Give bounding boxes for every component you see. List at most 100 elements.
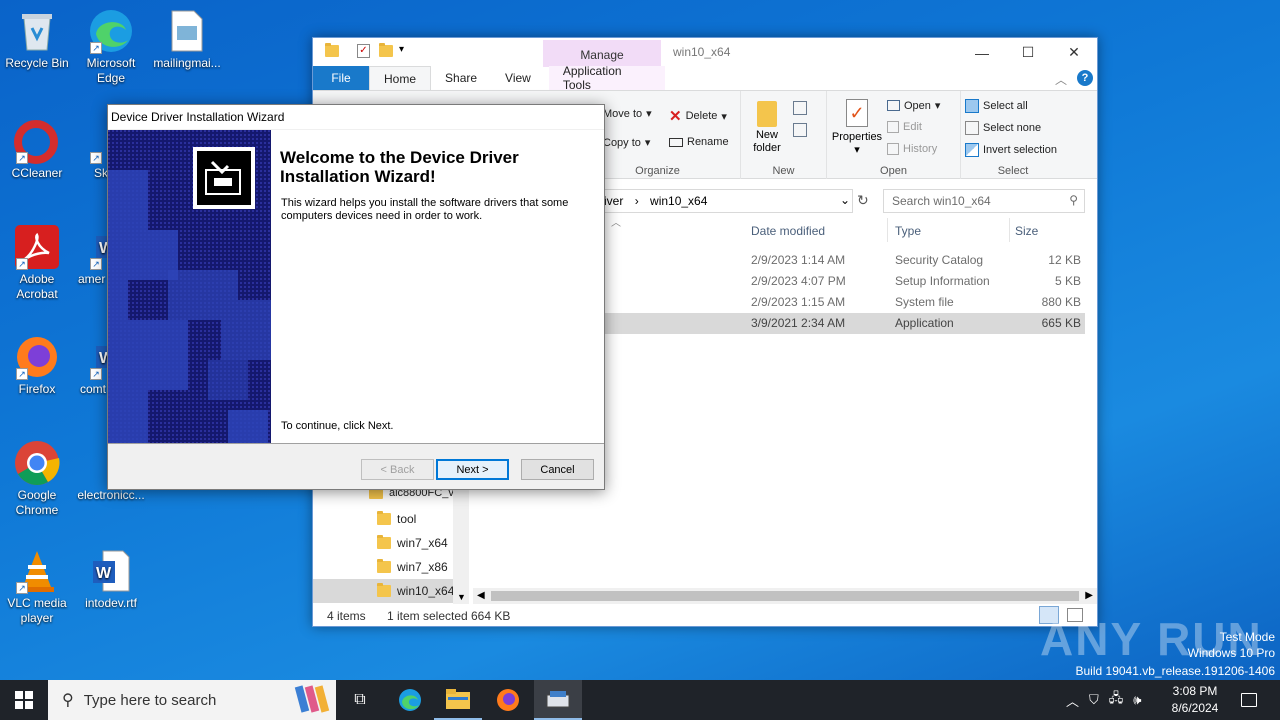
breadcrumb-parent[interactable]: iver: [604, 194, 623, 208]
new-item-icon[interactable]: [793, 101, 807, 115]
rename-button[interactable]: Rename: [669, 136, 729, 148]
security-icon[interactable]: ⛉: [1089, 692, 1099, 708]
svg-text:W: W: [96, 565, 112, 582]
desktop-icon-vlc[interactable]: ↗ VLC media player: [0, 548, 74, 626]
file-row[interactable]: 2/9/2023 1:15 AM System file 880 KB: [603, 292, 1085, 313]
desktop-icon-intodev[interactable]: W intodev.rtf: [74, 548, 148, 611]
quick-access-dropdown-icon[interactable]: ▾: [399, 44, 404, 55]
tab-home[interactable]: Home: [369, 66, 432, 90]
rename-icon: [669, 137, 683, 147]
firefox-icon: [497, 689, 519, 711]
desktop-icon-mailing[interactable]: mailingmai...: [150, 8, 224, 71]
delete-button[interactable]: ✕ Delete ▾: [669, 107, 727, 125]
recycle-bin-icon: [14, 8, 60, 54]
explorer-titlebar[interactable]: ✓ ▾ Manage win10_x64 — ☐ ✕: [313, 38, 1097, 67]
tab-file[interactable]: File: [313, 66, 369, 90]
wizard-titlebar[interactable]: Device Driver Installation Wizard: [108, 105, 604, 129]
select-all-button[interactable]: Select all: [965, 99, 1028, 113]
chrome-icon: [14, 440, 60, 486]
cancel-button[interactable]: Cancel: [521, 459, 594, 480]
column-size[interactable]: Size: [1015, 224, 1038, 238]
ribbon-group-new: New folder New: [741, 91, 827, 179]
tray-overflow-icon[interactable]: ︿: [1066, 691, 1079, 710]
easy-access-icon[interactable]: [793, 123, 807, 137]
ribbon-tabs: File Home Share View Application Tools ︿…: [313, 64, 1097, 92]
desktop-icon-acrobat[interactable]: ↗ Adobe Acrobat: [0, 224, 74, 302]
horizontal-scrollbar[interactable]: ◀ ▶: [473, 588, 1097, 604]
scroll-left-icon[interactable]: ◀: [477, 590, 485, 601]
nav-item[interactable]: win7_x86: [377, 559, 448, 574]
driver-installer-icon: [546, 691, 570, 708]
vlc-icon: ↗: [14, 548, 60, 594]
tab-share[interactable]: Share: [431, 66, 491, 90]
scroll-right-icon[interactable]: ▶: [1085, 590, 1093, 601]
desktop-icon-edge[interactable]: ↗ Microsoft Edge: [74, 8, 148, 86]
scroll-thumb[interactable]: [491, 591, 1079, 601]
select-none-button[interactable]: Select none: [965, 121, 1041, 135]
file-row-selected[interactable]: 3/9/2021 2:34 AM Application 665 KB: [603, 313, 1085, 334]
minimize-button[interactable]: —: [959, 38, 1005, 67]
breadcrumb-current[interactable]: win10_x64: [650, 194, 707, 208]
notification-center-button[interactable]: [1234, 680, 1264, 720]
clock-date: 8/6/2024: [1171, 701, 1219, 715]
collapse-ribbon-icon[interactable]: ︿: [1055, 71, 1067, 88]
nav-item[interactable]: win7_x64: [377, 535, 448, 550]
address-dropdown-icon[interactable]: ⌄: [840, 193, 850, 207]
task-view-button[interactable]: ⧉: [336, 680, 384, 720]
desktop-icon-firefox[interactable]: ↗ Firefox: [0, 334, 74, 397]
next-button[interactable]: Next >: [436, 459, 509, 480]
invert-selection-button[interactable]: Invert selection: [965, 143, 1057, 157]
file-row[interactable]: 2/9/2023 4:07 PM Setup Information 5 KB: [603, 271, 1085, 292]
refresh-icon[interactable]: ↻: [857, 192, 869, 209]
scroll-down-icon[interactable]: ▼: [457, 592, 466, 602]
taskbar-search-box[interactable]: ⚲ Type here to search: [48, 680, 336, 720]
desktop-icon-chrome[interactable]: Google Chrome: [0, 440, 74, 518]
edit-button[interactable]: Edit: [887, 121, 922, 133]
properties-button[interactable]: ✓ Properties ▾: [829, 99, 885, 156]
watermark: ANY RUN Test Mode Windows 10 Pro Build 1…: [1040, 610, 1280, 680]
column-type[interactable]: Type: [895, 224, 921, 238]
task-view-icon: ⧉: [354, 691, 366, 708]
help-icon[interactable]: ?: [1077, 70, 1093, 86]
history-icon: [887, 143, 899, 155]
desktop-icon-recycle-bin[interactable]: Recycle Bin: [0, 8, 74, 71]
back-button[interactable]: < Back: [361, 459, 434, 480]
maximize-button[interactable]: ☐: [1005, 38, 1051, 67]
taskbar-firefox[interactable]: [484, 680, 532, 720]
clock[interactable]: 3:08 PM 8/6/2024: [1166, 683, 1224, 717]
taskbar-driver-wizard[interactable]: [534, 680, 582, 720]
taskbar-edge[interactable]: [386, 680, 434, 720]
nav-item[interactable]: tool: [377, 511, 416, 526]
desktop-icon-label: Microsoft Edge: [86, 56, 136, 85]
device-driver-wizard-dialog[interactable]: Device Driver Installation Wizard Welcom…: [107, 104, 605, 490]
window-title: win10_x64: [673, 45, 731, 59]
folder-icon: [377, 535, 391, 549]
desktop-icon-label: mailingmai...: [153, 56, 221, 70]
tab-application-tools[interactable]: Application Tools: [548, 64, 665, 92]
address-bar[interactable]: iver › win10_x64 ⌄: [603, 189, 853, 213]
folder-icon: [446, 689, 470, 709]
column-date-modified[interactable]: Date modified: [751, 224, 825, 238]
close-button[interactable]: ✕: [1051, 38, 1097, 67]
new-folder-button[interactable]: New folder: [749, 101, 785, 155]
move-to-button[interactable]: Move to ▾: [603, 107, 652, 121]
network-icon[interactable]: 🖧: [1109, 689, 1124, 711]
nav-item[interactable]: win10_x64: [377, 583, 454, 598]
new-folder-quick-icon[interactable]: [379, 43, 393, 60]
properties-quick-icon[interactable]: ✓: [357, 44, 370, 58]
nav-scrollbar[interactable]: ▼: [453, 478, 469, 604]
copy-to-button[interactable]: Copy to ▾: [603, 136, 650, 150]
history-button[interactable]: History: [887, 143, 937, 155]
tab-view[interactable]: View: [491, 66, 545, 90]
file-row[interactable]: 2/9/2023 1:14 AM Security Catalog 12 KB: [603, 250, 1085, 271]
wizard-divider: [108, 443, 604, 444]
open-button[interactable]: Open ▾: [887, 99, 940, 112]
contextual-tab-manage[interactable]: Manage: [543, 40, 661, 67]
desktop-icon-ccleaner[interactable]: ↗ CCleaner: [0, 118, 74, 181]
status-item-count: 4 items: [327, 609, 366, 623]
start-button[interactable]: [0, 680, 48, 720]
volume-icon[interactable]: 🕪: [1133, 692, 1141, 708]
search-input[interactable]: Search win10_x64 ⚲: [883, 189, 1085, 213]
taskbar-file-explorer[interactable]: [434, 680, 482, 720]
edit-icon: [887, 121, 899, 133]
